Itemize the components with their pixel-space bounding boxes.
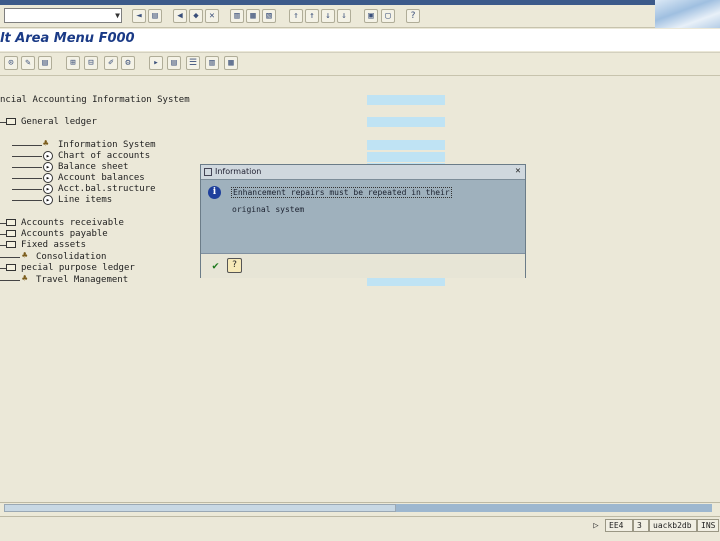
highlight-band: [367, 140, 445, 150]
highlight-band: [367, 117, 445, 127]
status-system: EE4: [605, 519, 633, 532]
dialog-message-line-1: Enhancement repairs must be repeated in …: [231, 187, 452, 198]
edit-icon[interactable]: ✐: [104, 56, 118, 70]
tree-item-accounts-payable[interactable]: Accounts payable: [21, 229, 108, 240]
new-session-icon[interactable]: ▣: [364, 9, 378, 23]
page-title: lt Area Menu F000: [0, 31, 135, 46]
scrollbar-track[interactable]: [396, 504, 712, 512]
info-icon: i: [208, 186, 221, 199]
tree-connector: [12, 167, 42, 168]
next-page-icon[interactable]: ↓: [321, 9, 335, 23]
transaction-icon: ▸: [43, 195, 53, 205]
folder-closed-icon: [6, 219, 16, 226]
tree-item-acct-bal-structure[interactable]: Acct.bal.structure: [58, 184, 156, 195]
tree-item-special-purpose-ledger[interactable]: pecial purpose ledger: [21, 263, 135, 274]
dialog-title: Information: [215, 167, 262, 176]
status-mode: INS: [697, 519, 719, 532]
select-icon[interactable]: ▸: [149, 56, 163, 70]
first-page-icon[interactable]: ⇑: [289, 9, 303, 23]
checkmark-icon[interactable]: ✔: [208, 258, 223, 273]
transport-icon[interactable]: ▦: [224, 56, 238, 70]
tree-item-account-balances[interactable]: Account balances: [58, 173, 145, 184]
change-icon[interactable]: ✎: [21, 56, 35, 70]
help-icon[interactable]: ?: [227, 258, 242, 273]
tree-connector: [0, 257, 20, 258]
save-icon[interactable]: ▤: [148, 9, 162, 23]
detail-icon[interactable]: ▥: [205, 56, 219, 70]
settings-icon[interactable]: ⚙: [121, 56, 135, 70]
display-icon[interactable]: ⊙: [4, 56, 18, 70]
status-server: uackb2db: [649, 519, 697, 532]
scrollbar-thumb[interactable]: [4, 504, 396, 512]
window-icon: [204, 168, 212, 176]
folder-closed-icon: [6, 264, 16, 271]
tree-item-consolidation[interactable]: Consolidation: [36, 252, 106, 263]
triangle-right-icon[interactable]: ▷: [590, 520, 602, 532]
help-icon[interactable]: ?: [406, 9, 420, 23]
list-icon[interactable]: ☰: [186, 56, 200, 70]
chevron-down-icon[interactable]: ▼: [113, 9, 122, 22]
folder-closed-icon: [6, 230, 16, 237]
cancel-icon[interactable]: ✕: [205, 9, 219, 23]
expand-icon[interactable]: ⊞: [66, 56, 80, 70]
transaction-icon: ▸: [43, 173, 53, 183]
tree-root[interactable]: ncial Accounting Information System: [0, 95, 190, 106]
command-field[interactable]: [4, 8, 122, 23]
transaction-icon: ▸: [43, 162, 53, 172]
find-icon[interactable]: ▦: [246, 9, 260, 23]
dialog-title-bar[interactable]: Information ✕: [201, 165, 525, 180]
exit-icon[interactable]: ◆: [189, 9, 203, 23]
folder-open-icon: [6, 118, 16, 125]
tree-connector: [12, 145, 42, 146]
document-icon[interactable]: ▤: [167, 56, 181, 70]
print-icon[interactable]: ▥: [230, 9, 244, 23]
transaction-icon: ▸: [43, 151, 53, 161]
folder-closed-icon: [6, 241, 16, 248]
tree-connector: [12, 156, 42, 157]
previous-page-icon[interactable]: ↑: [305, 9, 319, 23]
tree-item-chart-of-accounts[interactable]: Chart of accounts: [58, 151, 150, 162]
transaction-icon: ▸: [43, 184, 53, 194]
collapse-icon[interactable]: ⊟: [84, 56, 98, 70]
tree-item-fixed-assets[interactable]: Fixed assets: [21, 240, 86, 251]
highlight-band: [367, 95, 445, 105]
tree-connector: [0, 280, 20, 281]
report-node-icon: ♣: [22, 274, 28, 284]
tree-item-balance-sheet[interactable]: Balance sheet: [58, 162, 128, 173]
tree-item-line-items[interactable]: Line items: [58, 195, 112, 206]
dialog-message-line-2: original system: [232, 205, 305, 214]
sap-logo: [655, 0, 720, 28]
tree-item-accounts-receivable[interactable]: Accounts receivable: [21, 218, 124, 229]
information-dialog: Information ✕ i Enhancement repairs must…: [200, 164, 526, 278]
report-node-icon: ♣: [22, 251, 28, 261]
report-node-icon: ♣: [43, 139, 49, 149]
back-nav-icon[interactable]: ◀: [173, 9, 187, 23]
tree-item-travel-management[interactable]: Travel Management: [36, 275, 128, 286]
tree-connector: [12, 200, 42, 201]
dialog-button-bar: ✔ ?: [201, 253, 525, 278]
tree-connector: [12, 189, 42, 190]
tree-connector: [12, 178, 42, 179]
shortcut-icon[interactable]: ▢: [381, 9, 395, 23]
highlight-band: [367, 152, 445, 162]
copy-icon[interactable]: ▤: [38, 56, 52, 70]
tree-item-general-ledger[interactable]: General ledger: [21, 117, 97, 128]
find-next-icon[interactable]: ▧: [262, 9, 276, 23]
back-icon[interactable]: ◄: [132, 9, 146, 23]
last-page-icon[interactable]: ⇓: [337, 9, 351, 23]
status-client: 3: [633, 519, 649, 532]
tree-item-information-system[interactable]: Information System: [58, 140, 156, 151]
close-icon[interactable]: ✕: [513, 166, 523, 177]
